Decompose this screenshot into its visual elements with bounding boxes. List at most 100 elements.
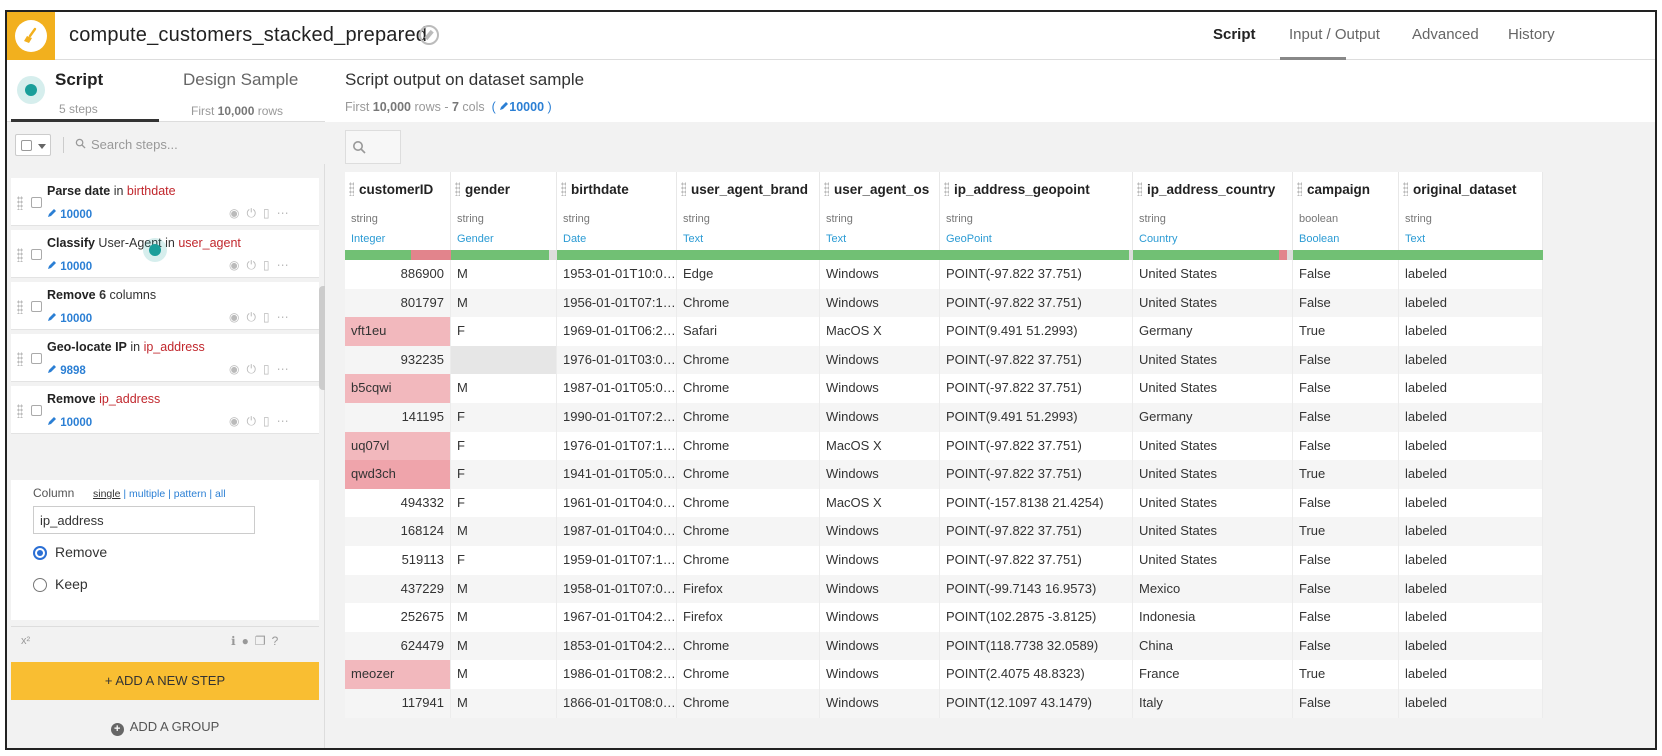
table-row[interactable]: 437229 M 1958-01-01T07:0… Firefox Windows POI… (345, 574, 1543, 604)
step-checkbox[interactable] (31, 353, 42, 364)
table-cell-original_dataset[interactable]: labeled (1399, 546, 1543, 575)
table-cell-campaign[interactable]: False (1293, 631, 1399, 661)
drag-handle-icon[interactable] (824, 182, 829, 196)
table-row[interactable]: b5cqwi M 1987-01-01T05:0… Chrome Windows POIN… (345, 374, 1543, 403)
keep-radio[interactable] (33, 578, 47, 592)
power-icon[interactable]: ⏻ (246, 206, 263, 220)
table-cell-customerID[interactable]: b5cqwi (345, 374, 451, 403)
table-cell-ip_address_geopoint[interactable]: POINT(-97.822 37.751) (940, 460, 1133, 489)
table-cell-campaign[interactable]: False (1293, 574, 1399, 604)
more-icon[interactable]: ⋯ (277, 258, 296, 272)
more-icon[interactable]: ⋯ (277, 362, 296, 376)
step-checkbox[interactable] (31, 197, 42, 208)
mode-single[interactable]: single (93, 488, 120, 500)
eye-icon[interactable]: ◉ (229, 310, 246, 324)
table-cell-gender[interactable]: F (451, 460, 557, 489)
tab-input-output[interactable]: Input / Output (1289, 26, 1380, 43)
table-row[interactable]: 624479 M 1853-01-01T04:2… Chrome Windows POIN… (345, 631, 1543, 661)
table-cell-user_agent_brand[interactable]: Firefox (677, 603, 820, 632)
table-cell-birthdate[interactable]: 1956-01-01T07:1… (557, 288, 677, 318)
table-cell-ip_address_country[interactable]: United States (1133, 460, 1293, 489)
table-cell-ip_address_country[interactable]: United States (1133, 517, 1293, 546)
table-cell-user_agent_os[interactable]: Windows (820, 574, 940, 604)
table-row[interactable]: uq07vl F 1976-01-01T07:1… Chrome MacOS X POIN… (345, 431, 1543, 461)
table-cell-gender[interactable]: F (451, 546, 557, 575)
table-row[interactable]: 168124 M 1987-01-01T04:0… Chrome Windows POIN… (345, 517, 1543, 546)
add-new-step-button[interactable]: + ADD A NEW STEP (11, 662, 319, 700)
table-cell-ip_address_geopoint[interactable]: POINT(-97.822 37.751) (940, 288, 1133, 318)
table-cell-ip_address_geopoint[interactable]: POINT(-97.822 37.751) (940, 345, 1133, 375)
table-cell-birthdate[interactable]: 1986-01-01T08:2… (557, 660, 677, 689)
table-cell-customerID[interactable]: vft1eu (345, 317, 451, 346)
table-cell-ip_address_country[interactable]: Germany (1133, 317, 1293, 346)
power-icon[interactable]: ⏻ (246, 310, 263, 324)
drag-handle-icon[interactable] (1297, 182, 1302, 196)
table-cell-ip_address_country[interactable]: Indonesia (1133, 603, 1293, 632)
drag-handle-icon[interactable] (1403, 182, 1408, 196)
column-meaning[interactable]: Text (826, 233, 846, 245)
table-cell-birthdate[interactable]: 1969-01-01T06:2… (557, 317, 677, 346)
step-count[interactable]: 10000 (47, 208, 92, 221)
table-row[interactable]: 141195 F 1990-01-01T07:2… Chrome Windows POIN… (345, 403, 1543, 432)
table-cell-user_agent_os[interactable]: Windows (820, 689, 940, 718)
table-cell-gender[interactable]: F (451, 431, 557, 461)
table-cell-campaign[interactable]: False (1293, 288, 1399, 318)
column-meaning[interactable]: Country (1139, 233, 1178, 245)
table-cell-user_agent_os[interactable]: Windows (820, 403, 940, 432)
table-cell-original_dataset[interactable]: labeled (1399, 260, 1543, 289)
column-meaning[interactable]: Integer (351, 233, 385, 245)
drag-handle-icon[interactable] (944, 182, 949, 196)
table-cell-original_dataset[interactable]: labeled (1399, 460, 1543, 489)
table-cell-user_agent_brand[interactable]: Chrome (677, 660, 820, 689)
table-cell-ip_address_geopoint[interactable]: POINT(-97.822 37.751) (940, 374, 1133, 403)
table-cell-gender[interactable]: M (451, 374, 557, 403)
tab-script[interactable]: Script (1213, 26, 1256, 43)
copy-icon[interactable]: ❐ (255, 634, 272, 648)
column-header-birthdate[interactable]: birthdate string Date (557, 172, 677, 260)
power-icon[interactable]: ⏻ (246, 414, 263, 428)
info-icon[interactable]: ℹ (231, 634, 242, 648)
table-row[interactable]: vft1eu F 1969-01-01T06:2… Safari MacOS X POIN… (345, 317, 1543, 346)
table-cell-campaign[interactable]: True (1293, 317, 1399, 346)
table-cell-customerID[interactable]: 141195 (345, 403, 451, 432)
recipe-logo[interactable] (7, 12, 55, 60)
table-cell-ip_address_geopoint[interactable]: POINT(-99.7143 16.9573) (940, 574, 1133, 604)
table-cell-birthdate[interactable]: 1976-01-01T03:0… (557, 345, 677, 375)
table-row[interactable]: 801797 M 1956-01-01T07:1… Chrome Windows POIN… (345, 288, 1543, 318)
table-cell-campaign[interactable]: True (1293, 517, 1399, 546)
table-cell-birthdate[interactable]: 1941-01-01T05:0… (557, 460, 677, 489)
step-item[interactable]: Classify User-Agent in user_agent 10000 ◉… (11, 230, 319, 278)
trash-icon[interactable]: ▯ (263, 258, 277, 272)
add-group-button[interactable]: + ADD A GROUP (11, 712, 319, 742)
column-meaning[interactable]: GeoPoint (946, 233, 992, 245)
table-cell-campaign[interactable]: False (1293, 488, 1399, 518)
table-cell-original_dataset[interactable]: labeled (1399, 374, 1543, 403)
remove-radio[interactable] (33, 546, 47, 560)
column-meaning[interactable]: Gender (457, 233, 494, 245)
table-cell-birthdate[interactable]: 1953-01-01T10:0… (557, 260, 677, 289)
table-cell-campaign[interactable]: False (1293, 345, 1399, 375)
drag-handle-icon[interactable] (17, 196, 23, 210)
table-cell-original_dataset[interactable]: labeled (1399, 317, 1543, 346)
table-cell-gender[interactable]: F (451, 403, 557, 432)
table-cell-gender[interactable]: M (451, 689, 557, 718)
column-header-ip_address_country[interactable]: ip_address_country string Country (1133, 172, 1293, 260)
table-cell-customerID[interactable]: uq07vl (345, 431, 451, 461)
tab-script-steps[interactable]: Script (55, 70, 103, 90)
table-cell-user_agent_brand[interactable]: Chrome (677, 431, 820, 461)
table-cell-gender[interactable]: F (451, 488, 557, 518)
table-cell-campaign[interactable]: True (1293, 660, 1399, 689)
table-cell-ip_address_geopoint[interactable]: POINT(9.491 51.2993) (940, 317, 1133, 346)
column-header-campaign[interactable]: campaign boolean Boolean (1293, 172, 1399, 260)
more-icon[interactable]: ⋯ (277, 414, 296, 428)
step-count[interactable]: 9898 (47, 364, 86, 377)
table-cell-ip_address_country[interactable]: United States (1133, 260, 1293, 289)
column-header-customerID[interactable]: customerID string Integer (345, 172, 451, 260)
mode-all[interactable]: all (215, 488, 226, 500)
table-cell-gender[interactable]: M (451, 260, 557, 289)
eye-icon[interactable]: ◉ (229, 414, 246, 428)
formula-icon[interactable]: x² (21, 635, 30, 647)
eye-icon[interactable]: ◉ (229, 206, 246, 220)
table-cell-user_agent_os[interactable]: Windows (820, 631, 940, 661)
table-cell-user_agent_brand[interactable]: Chrome (677, 546, 820, 575)
